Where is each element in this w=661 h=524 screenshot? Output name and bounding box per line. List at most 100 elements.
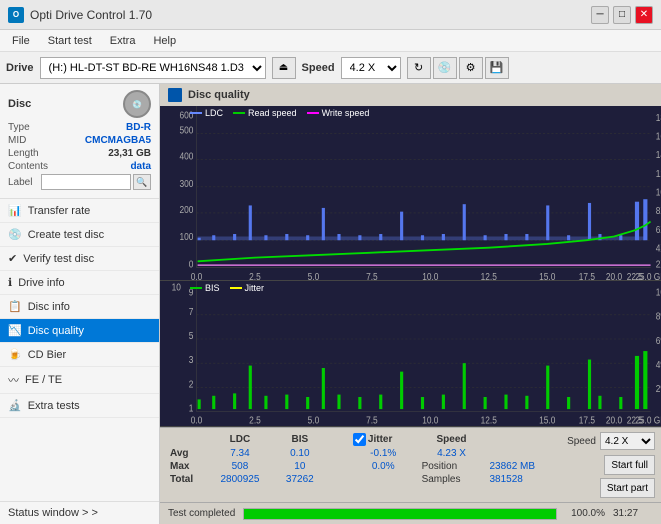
action-buttons-container: Speed 4.2 X Start full Start part — [567, 432, 655, 498]
svg-text:5.0: 5.0 — [308, 271, 320, 280]
avg-jitter: -0.1% — [349, 447, 418, 460]
svg-text:10.0: 10.0 — [422, 415, 438, 426]
svg-text:17.5: 17.5 — [579, 415, 595, 426]
nav-verify-test-disc-label: Verify test disc — [23, 253, 94, 265]
max-label: Max — [166, 460, 206, 473]
start-full-button[interactable]: Start full — [604, 455, 655, 475]
svg-text:6X: 6X — [656, 224, 661, 235]
samples-value: 381528 — [485, 473, 563, 486]
svg-text:5: 5 — [189, 330, 194, 341]
svg-text:7.5: 7.5 — [366, 415, 378, 426]
nav-cd-bier-label: CD Bier — [28, 349, 67, 361]
disc-section-title: Disc — [8, 98, 31, 110]
total-label: Total — [166, 473, 206, 486]
nav-cd-bier[interactable]: 🍺 CD Bier — [0, 343, 159, 367]
svg-text:200: 200 — [179, 204, 193, 215]
svg-text:500: 500 — [179, 125, 193, 136]
avg-speed: 4.23 X — [418, 447, 486, 460]
disc-quality-header: Disc quality — [160, 84, 661, 106]
disc-info-icon: 📋 — [8, 300, 22, 313]
svg-text:20.0: 20.0 — [606, 415, 622, 426]
svg-text:2.5: 2.5 — [249, 271, 261, 280]
svg-text:25.0 GB: 25.0 GB — [635, 271, 661, 280]
menu-extra[interactable]: Extra — [102, 33, 144, 49]
menu-start-test[interactable]: Start test — [40, 33, 100, 49]
svg-text:3: 3 — [189, 355, 194, 366]
type-label: Type — [8, 122, 30, 133]
verify-test-disc-icon: ✔ — [8, 252, 17, 265]
progress-time: 31:27 — [613, 508, 653, 519]
svg-text:4%: 4% — [656, 359, 661, 370]
nav-fe-te-label: FE / TE — [25, 374, 62, 386]
nav-drive-info[interactable]: ℹ Drive info — [0, 271, 159, 295]
nav-disc-quality[interactable]: 📉 Disc quality — [0, 319, 159, 343]
content-area: Disc quality LDC Read speed — [160, 84, 661, 524]
speed-col-header: Speed — [418, 432, 486, 447]
ldc-chart-svg: 0 100 200 300 400 500 600 18X 16X 14X 12… — [160, 106, 661, 280]
svg-text:100: 100 — [179, 232, 193, 243]
stats-table: LDC BIS Jitter Speed — [166, 432, 563, 486]
nav-disc-info[interactable]: 📋 Disc info — [0, 295, 159, 319]
minimize-button[interactable]: ─ — [591, 6, 609, 24]
save-icon-btn[interactable]: 💾 — [485, 57, 509, 79]
status-window-button[interactable]: Status window > > — [0, 501, 159, 524]
app-icon: O — [8, 7, 24, 23]
svg-text:0.0: 0.0 — [191, 271, 203, 280]
svg-text:16X: 16X — [656, 131, 661, 142]
svg-text:10%: 10% — [656, 287, 661, 298]
progress-bar-container: Test completed 100.0% 31:27 — [160, 502, 661, 524]
speed-select[interactable]: 4.2 X Max 8X — [341, 57, 401, 79]
menu-help[interactable]: Help — [145, 33, 184, 49]
svg-text:0: 0 — [189, 259, 194, 270]
length-value: 23,31 GB — [108, 148, 151, 159]
jitter-col-header: Jitter — [349, 432, 418, 447]
drive-select[interactable]: (H:) HL-DT-ST BD-RE WH16NS48 1.D3 — [40, 57, 266, 79]
disc-section: Disc 💿 Type BD-R MID CMCMAGBA5 Length 23… — [0, 84, 159, 199]
status-window-label: Status window > > — [8, 507, 98, 519]
ldc-col-header: LDC — [206, 432, 274, 447]
max-row: Max 508 10 0.0% Position 23862 MB — [166, 460, 563, 473]
bis-legend-label: BIS — [205, 283, 220, 293]
nav-create-test-disc-label: Create test disc — [28, 229, 104, 241]
start-part-button[interactable]: Start part — [600, 478, 655, 498]
close-button[interactable]: ✕ — [635, 6, 653, 24]
nav-disc-info-label: Disc info — [28, 301, 70, 313]
main-layout: Disc 💿 Type BD-R MID CMCMAGBA5 Length 23… — [0, 84, 661, 524]
nav-transfer-rate[interactable]: 📊 Transfer rate — [0, 199, 159, 223]
svg-text:2X: 2X — [656, 259, 661, 270]
svg-text:8X: 8X — [656, 205, 661, 216]
refresh-button[interactable]: ↻ — [407, 57, 431, 79]
svg-text:10.0: 10.0 — [422, 271, 438, 280]
svg-text:8%: 8% — [656, 311, 661, 322]
avg-ldc: 7.34 — [206, 447, 274, 460]
label-search-button[interactable]: 🔍 — [133, 174, 151, 190]
bis-chart: BIS Jitter 1 2 3 5 7 — [160, 281, 661, 427]
label-input[interactable] — [41, 174, 131, 190]
length-label: Length — [8, 148, 39, 159]
total-row: Total 2800925 37262 Samples 381528 — [166, 473, 563, 486]
maximize-button[interactable]: □ — [613, 6, 631, 24]
position-label: Position — [418, 460, 486, 473]
eject-button[interactable]: ⏏ — [272, 57, 296, 79]
nav-extra-tests[interactable]: 🔬 Extra tests — [0, 394, 159, 418]
ldc-legend-label: LDC — [205, 108, 223, 118]
settings-icon-btn[interactable]: ⚙ — [459, 57, 483, 79]
stats-speed-select[interactable]: 4.2 X — [600, 432, 655, 450]
charts-container: LDC Read speed Write speed — [160, 106, 661, 427]
jitter-checkbox-label: Jitter — [368, 434, 392, 445]
cd-bier-icon: 🍺 — [8, 348, 22, 361]
svg-text:15.0: 15.0 — [539, 271, 555, 280]
jitter-checkbox[interactable] — [353, 433, 366, 446]
app-title: Opti Drive Control 1.70 — [30, 8, 152, 22]
svg-text:15.0: 15.0 — [539, 415, 555, 426]
nav-verify-test-disc[interactable]: ✔ Verify test disc — [0, 247, 159, 271]
disc-icon-btn[interactable]: 💿 — [433, 57, 457, 79]
read-speed-legend-label: Read speed — [248, 108, 297, 118]
svg-text:20.0: 20.0 — [606, 271, 622, 280]
svg-text:0.0: 0.0 — [191, 415, 203, 426]
menu-file[interactable]: File — [4, 33, 38, 49]
menu-bar: File Start test Extra Help — [0, 30, 661, 52]
nav-create-test-disc[interactable]: 💿 Create test disc — [0, 223, 159, 247]
svg-text:10: 10 — [172, 282, 181, 293]
nav-fe-te[interactable]: 〰 FE / TE — [0, 367, 159, 394]
